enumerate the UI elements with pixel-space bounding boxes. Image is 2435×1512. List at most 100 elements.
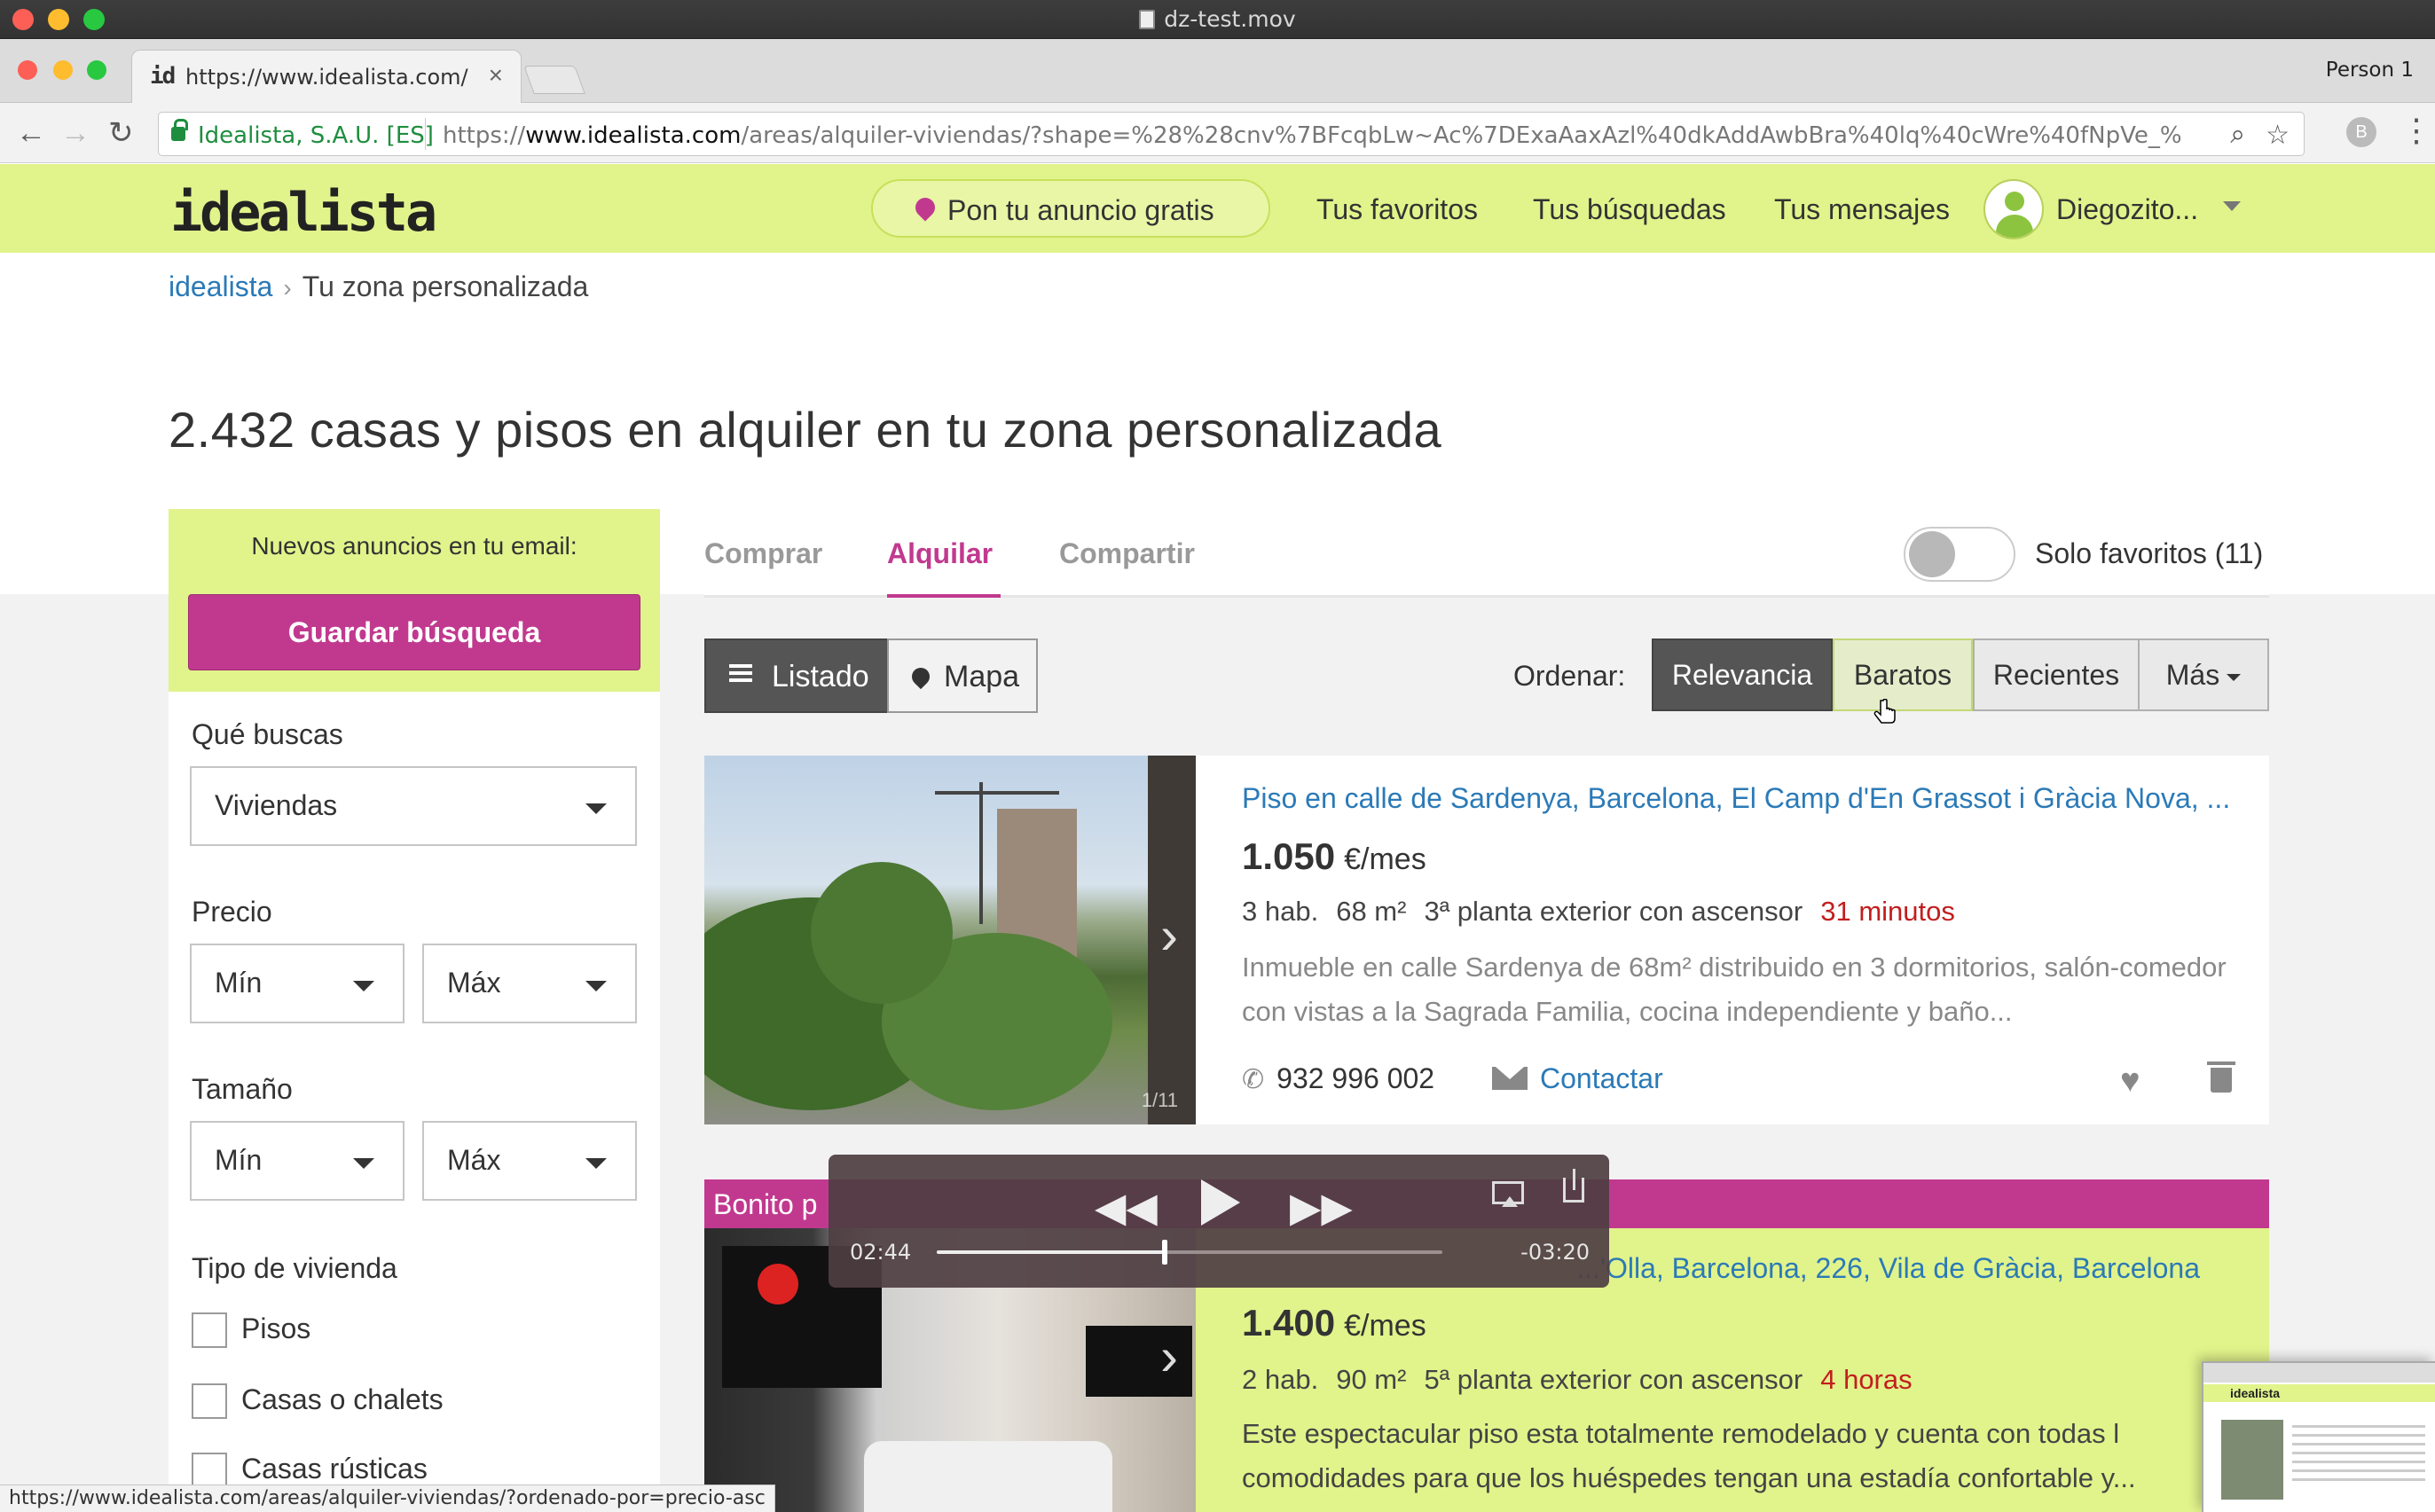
screenshot-thumbnail[interactable]: idealista xyxy=(2202,1361,2435,1512)
address-bar[interactable]: Idealista, S.A.U. [ES] https://www.ideal… xyxy=(158,112,2305,156)
playhead-handle[interactable] xyxy=(1161,1240,1167,1265)
zoom-icon[interactable]: ⌕ xyxy=(2230,120,2245,150)
thumbnail-text-lines xyxy=(2292,1425,2425,1487)
price-max-select[interactable]: Máx xyxy=(422,944,637,1023)
nav-messages-link[interactable]: Tus mensajes xyxy=(1774,193,1950,226)
sort-cheapest-button[interactable]: Baratos xyxy=(1833,638,1973,711)
idealista-logo[interactable]: idealista xyxy=(170,182,437,244)
chevron-right-icon[interactable]: › xyxy=(1160,905,1178,966)
back-arrow-icon[interactable]: ← xyxy=(16,115,46,151)
url-path: /areas/alquiler-viviendas/?shape=%28%28c… xyxy=(741,122,2181,149)
chevron-down-icon[interactable] xyxy=(2223,201,2241,211)
tab-close-icon[interactable]: × xyxy=(489,61,503,90)
user-menu[interactable]: Diegozito... xyxy=(2056,193,2198,226)
price-unit: €/mes xyxy=(1344,842,1426,876)
property-type-select[interactable]: Viviendas xyxy=(190,766,637,846)
size-max-select[interactable]: Máx xyxy=(422,1121,637,1201)
breadcrumb-home-link[interactable]: idealista xyxy=(169,270,272,302)
sort-more-dropdown[interactable]: Más xyxy=(2138,638,2269,711)
browser-close-button[interactable] xyxy=(18,60,37,80)
new-tab-button[interactable] xyxy=(523,66,585,94)
listing-photo[interactable]: › 1/11 xyxy=(704,756,1196,1124)
browser-menu-icon[interactable]: ⋮ xyxy=(2400,112,2432,149)
housing-type-label: Tipo de vivienda xyxy=(192,1252,397,1284)
envelope-icon xyxy=(1492,1067,1528,1090)
map-pin-icon xyxy=(907,660,934,693)
profile-button[interactable]: Person 1 xyxy=(2326,59,2414,82)
map-view-label: Mapa xyxy=(944,660,1020,693)
extension-icon[interactable]: B xyxy=(2346,117,2376,147)
checkbox[interactable] xyxy=(192,1453,227,1488)
price-value: 1.400 xyxy=(1242,1302,1336,1344)
chevron-right-icon[interactable]: › xyxy=(1160,1326,1178,1387)
tab-compartir[interactable]: Compartir xyxy=(1059,537,1195,570)
map-view-button[interactable]: Mapa xyxy=(887,638,1038,713)
browser-zoom-button[interactable] xyxy=(87,60,106,80)
remaining-time: -03:20 xyxy=(1520,1240,1590,1265)
listing-price: 1.050 €/mes xyxy=(1242,835,1426,878)
listing-description[interactable]: Inmueble en calle Sardenya de 68m² distr… xyxy=(1242,945,2227,1034)
price-min-value: Mín xyxy=(215,967,263,999)
share-icon[interactable] xyxy=(1563,1169,1584,1203)
tab-alquilar[interactable]: Alquilar xyxy=(887,537,993,570)
listing-title-link[interactable]: Piso en calle de Sardenya, Barcelona, El… xyxy=(1242,782,2244,815)
listing-floor: 3ª planta exterior con ascensor xyxy=(1424,896,1803,927)
bookmark-star-icon[interactable]: ☆ xyxy=(2266,120,2290,151)
page-title: 2.432 casas y pisos en alquiler en tu zo… xyxy=(169,402,1442,458)
listing-card[interactable]: › 1/11 Piso en calle de Sardenya, Barcel… xyxy=(704,756,2269,1124)
caret-down-icon xyxy=(353,981,374,991)
post-ad-button[interactable]: Pon tu anuncio gratis xyxy=(871,179,1270,238)
rewind-icon[interactable]: ◀◀ xyxy=(1095,1183,1158,1231)
listing-age: 31 minutos xyxy=(1820,896,1955,927)
favorites-only-label: Solo favoritos (11) xyxy=(2035,537,2264,569)
size-max-value: Máx xyxy=(447,1144,501,1176)
post-ad-label: Pon tu anuncio gratis xyxy=(947,194,1214,226)
forward-arrow-icon[interactable]: → xyxy=(60,115,90,151)
browser-toolbar: ← → ↻ Idealista, S.A.U. [ES] https://www… xyxy=(0,103,2435,163)
nav-searches-link[interactable]: Tus búsquedas xyxy=(1533,193,1726,226)
save-search-button[interactable]: Guardar búsqueda xyxy=(188,594,640,670)
airplay-icon[interactable] xyxy=(1492,1181,1524,1207)
listing-age: 4 horas xyxy=(1820,1364,1913,1395)
reload-icon[interactable]: ↻ xyxy=(108,115,134,151)
favorites-only-toggle[interactable] xyxy=(1904,527,2015,582)
listing-phone[interactable]: ✆ 932 996 002 xyxy=(1242,1062,1434,1095)
list-icon xyxy=(729,660,752,693)
thumbnail-image xyxy=(2221,1420,2283,1500)
play-icon[interactable] xyxy=(1201,1179,1240,1226)
sort-recent-button[interactable]: Recientes xyxy=(1973,638,2140,711)
url-text[interactable]: https://www.idealista.com/areas/alquiler… xyxy=(443,122,2181,149)
price-value: 1.050 xyxy=(1242,835,1336,877)
fast-forward-icon[interactable]: ▶▶ xyxy=(1290,1183,1353,1231)
list-view-button[interactable]: Listado xyxy=(704,638,889,713)
listing-details: 3 hab. 68 m² 3ª planta exterior con ascens… xyxy=(1242,896,1973,928)
heart-icon[interactable]: ♥ xyxy=(2120,1062,2140,1101)
sort-relevance-button[interactable]: Relevancia xyxy=(1652,638,1833,711)
movie-file-icon xyxy=(1139,10,1156,29)
price-min-select[interactable]: Mín xyxy=(190,944,405,1023)
browser-minimize-button[interactable] xyxy=(53,60,73,80)
type-option-label: Pisos xyxy=(241,1312,311,1344)
browser-tab-active[interactable]: id https://www.idealista.com/areas/alqui… xyxy=(131,50,522,103)
pushpin-icon xyxy=(911,193,939,222)
security-label[interactable]: Idealista, S.A.U. [ES] xyxy=(198,122,434,149)
chevron-right-icon: › xyxy=(283,274,292,302)
size-min-select[interactable]: Mín xyxy=(190,1121,405,1201)
trash-icon[interactable] xyxy=(2207,1062,2235,1093)
contact-link[interactable]: Contactar xyxy=(1492,1062,1663,1095)
playback-scrubber[interactable] xyxy=(937,1240,1442,1265)
checkbox[interactable] xyxy=(192,1383,227,1419)
checkbox[interactable] xyxy=(192,1312,227,1348)
operation-tabs: Comprar Alquilar Compartir Solo favorito… xyxy=(704,509,2269,598)
playback-progress xyxy=(937,1250,1165,1254)
price-unit: €/mes xyxy=(1344,1309,1426,1343)
user-avatar[interactable] xyxy=(1983,179,2044,239)
tab-comprar[interactable]: Comprar xyxy=(704,537,822,570)
featured-label: Bonito p xyxy=(713,1188,818,1220)
nav-favorites-link[interactable]: Tus favoritos xyxy=(1316,193,1478,226)
listing-price: 1.400 €/mes xyxy=(1242,1302,1426,1344)
listing-details: 2 hab. 90 m² 5ª planta exterior con ascens… xyxy=(1242,1364,1930,1396)
price-max-value: Máx xyxy=(447,967,501,999)
url-host: www.idealista.com xyxy=(525,122,742,149)
listing-description[interactable]: Este espectacular piso esta totalmente r… xyxy=(1242,1412,2253,1500)
